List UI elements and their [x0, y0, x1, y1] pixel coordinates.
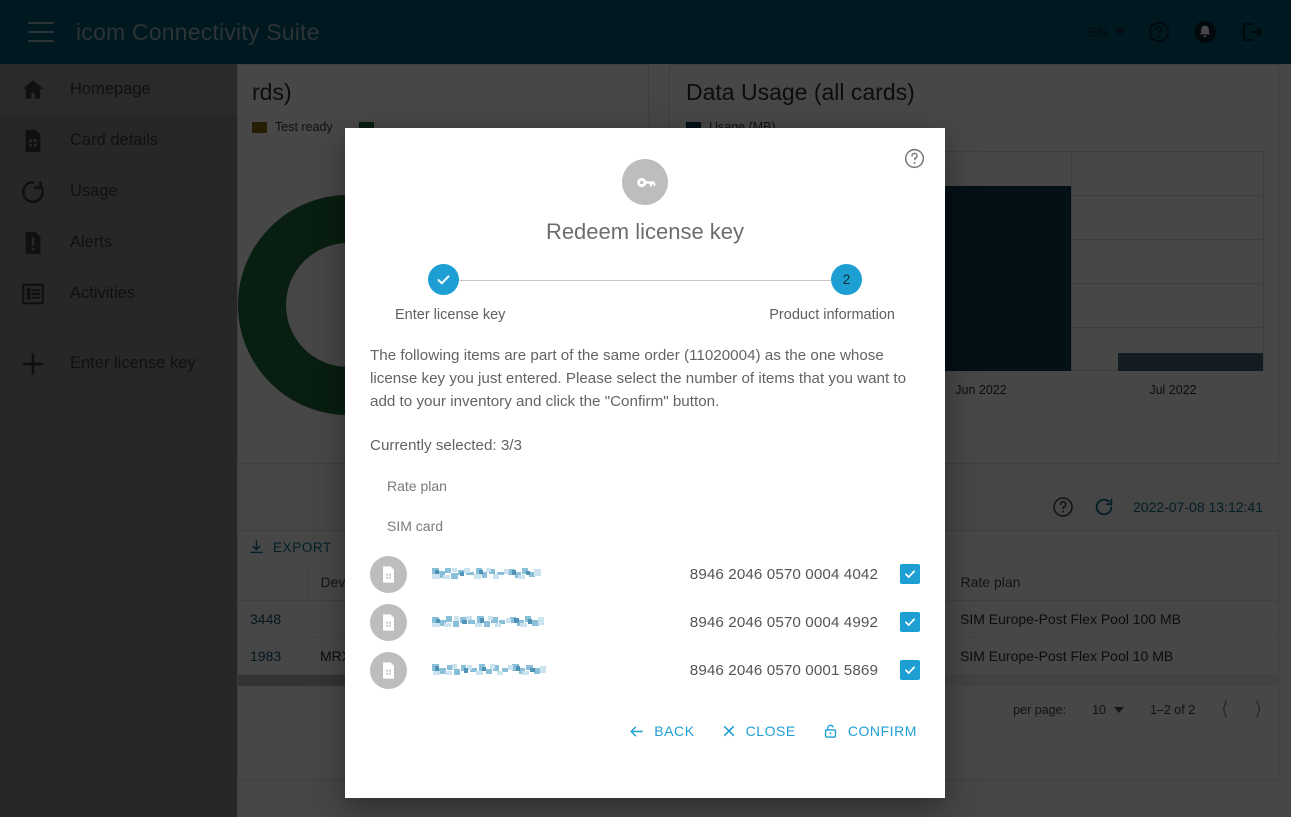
sim-name-redacted	[430, 661, 550, 679]
currently-selected-count: Currently selected: 3/3	[370, 437, 522, 455]
sim-card-icon	[370, 651, 407, 689]
sim-iccid: 8946 2046 0570 0001 5869	[689, 661, 878, 679]
group-label-rate-plan: Rate plan	[387, 478, 447, 495]
dialog-description: The following items are part of the same…	[370, 347, 907, 411]
redeem-license-key-dialog: Redeem license key 2 Enter license key P…	[345, 128, 945, 798]
sim-iccid: 8946 2046 0570 0004 4042	[689, 565, 878, 583]
arrow-left-icon	[630, 726, 644, 737]
sim-name-redacted	[430, 565, 550, 583]
dialog-title: Redeem license key	[545, 219, 745, 244]
check-icon	[905, 618, 915, 627]
list-item[interactable]: 8946 2046 0570 0004 4992	[370, 598, 920, 646]
stepper-labels: Enter license key Product information	[395, 307, 895, 323]
confirm-button[interactable]: CONFIRM	[822, 722, 917, 740]
list-item[interactable]: 8946 2046 0570 0001 5869	[370, 646, 920, 694]
sim-card-icon	[370, 555, 407, 593]
back-button[interactable]: BACK	[628, 723, 694, 740]
app-root: rds) Test ready	[0, 0, 1291, 817]
check-icon	[905, 570, 915, 579]
confirm-button-label: CONFIRM	[847, 723, 917, 740]
list-item[interactable]: 8946 2046 0570 0004 4042	[370, 550, 920, 598]
sim-iccid: 8946 2046 0570 0004 4992	[689, 613, 878, 631]
help-circle-icon[interactable]	[903, 147, 926, 170]
sim-checkbox[interactable]	[900, 612, 920, 633]
sim-checkbox[interactable]	[900, 564, 920, 585]
sim-name-redacted	[430, 613, 550, 631]
stepper-connector	[459, 280, 831, 281]
unlock-icon	[824, 724, 836, 738]
stepper: 2	[411, 264, 879, 298]
group-label-sim-card: SIM card	[387, 518, 444, 535]
step-1-label: Enter license key	[395, 307, 506, 323]
close-button[interactable]: CLOSE	[721, 723, 796, 739]
dialog-actions: BACK CLOSE CONFIRM	[370, 722, 920, 740]
step-1-complete[interactable]	[428, 264, 459, 295]
key-icon	[622, 159, 668, 205]
sim-checkbox[interactable]	[900, 660, 920, 681]
step-2-label: Product information	[769, 307, 895, 323]
step-2-current[interactable]: 2	[831, 264, 862, 295]
sim-card-icon	[370, 603, 407, 641]
close-button-label: CLOSE	[745, 723, 796, 740]
check-icon	[905, 666, 915, 675]
check-icon	[437, 275, 450, 285]
back-button-label: BACK	[654, 723, 695, 740]
sim-card-list: 8946 2046 0570 0004 4042 8946 2046 0570 …	[370, 550, 920, 694]
close-x-icon	[723, 726, 734, 737]
